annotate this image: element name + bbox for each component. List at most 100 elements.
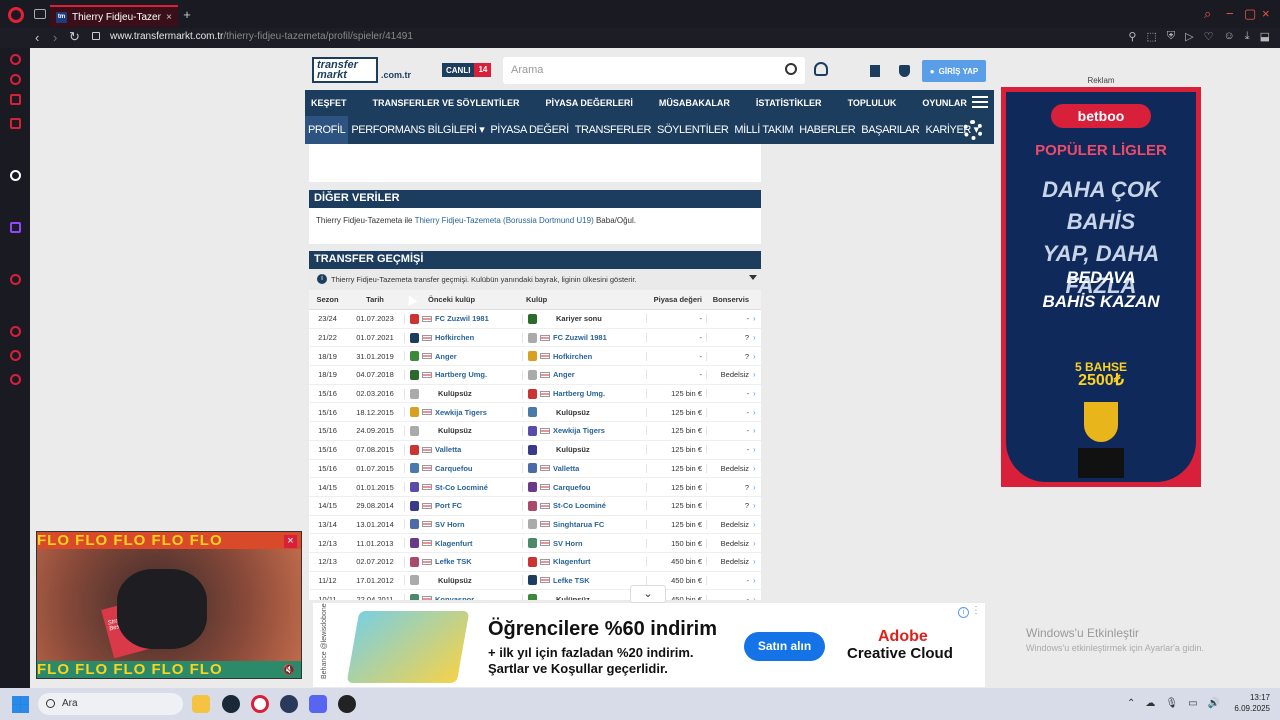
- club-crest-icon[interactable]: [528, 556, 537, 567]
- club-name[interactable]: Hartberg Umg.: [553, 389, 605, 398]
- snapshot-icon[interactable]: ⬚: [1146, 30, 1156, 43]
- url-field[interactable]: www.transfermarkt.com.tr/thierry-fidjeu-…: [110, 31, 413, 42]
- club-crest-icon[interactable]: [528, 519, 537, 530]
- club-crest-icon[interactable]: [528, 332, 537, 343]
- reload-button[interactable]: ↻: [69, 29, 80, 45]
- club-crest-icon[interactable]: [528, 313, 537, 324]
- chevron-right-icon[interactable]: ›: [753, 426, 761, 435]
- sidebar-history-icon[interactable]: [10, 326, 21, 337]
- club-crest-icon[interactable]: [410, 538, 419, 549]
- club-name[interactable]: Klagenfurt: [435, 539, 473, 548]
- extensions-icon[interactable]: ⬓: [1260, 30, 1270, 43]
- chevron-right-icon[interactable]: ›: [753, 520, 761, 529]
- club-crest-icon[interactable]: [528, 425, 537, 436]
- club-crest-icon[interactable]: [410, 519, 419, 530]
- club-crest-icon[interactable]: [410, 351, 419, 362]
- club-crest-icon[interactable]: [528, 594, 537, 600]
- sidebar-messenger-icon[interactable]: [10, 94, 21, 105]
- club-crest-icon[interactable]: [410, 425, 419, 436]
- club-name[interactable]: Valletta: [435, 445, 461, 454]
- forward-button[interactable]: ›: [53, 30, 57, 45]
- sidebar-flow-icon[interactable]: [10, 74, 21, 85]
- opera-logo-icon[interactable]: [8, 7, 24, 23]
- download-icon[interactable]: ⤓: [1245, 30, 1250, 43]
- heart-icon[interactable]: ♡: [1204, 30, 1214, 43]
- club-name[interactable]: FC Zuzwil 1981: [435, 314, 489, 323]
- club-name[interactable]: St-Co Locminé: [435, 483, 488, 492]
- chevron-right-icon[interactable]: ›: [753, 539, 761, 548]
- file-explorer-icon[interactable]: [192, 695, 210, 713]
- scroll-down-button[interactable]: ⌄: [630, 585, 666, 603]
- transfermarkt-logo[interactable]: transfer markt: [312, 57, 378, 83]
- close-video-button[interactable]: ×: [284, 535, 297, 548]
- club-crest-icon[interactable]: [410, 575, 419, 586]
- club-name[interactable]: Singhtarua FC: [553, 520, 604, 529]
- chevron-right-icon[interactable]: ›: [753, 576, 761, 585]
- club-name[interactable]: FC Zuzwil 1981: [553, 333, 607, 342]
- chevron-right-icon[interactable]: ›: [753, 370, 761, 379]
- search-input[interactable]: Arama: [503, 57, 805, 84]
- club-name[interactable]: Port FC: [435, 501, 462, 510]
- club-crest-icon[interactable]: [410, 444, 419, 455]
- club-crest-icon[interactable]: [528, 500, 537, 511]
- chevron-right-icon[interactable]: ›: [753, 483, 761, 492]
- app-icon[interactable]: [280, 695, 298, 713]
- sub-nav-item[interactable]: HABERLER: [796, 116, 858, 144]
- gear-icon[interactable]: [963, 120, 983, 140]
- club-crest-icon[interactable]: [410, 556, 419, 567]
- club-name[interactable]: St-Co Locminé: [553, 501, 606, 510]
- betboo-ad[interactable]: betboo POPÜLER LİGLER DAHA ÇOK BAHİS YAP,…: [1001, 87, 1201, 487]
- club-name[interactable]: Klagenfurt: [553, 557, 591, 566]
- play-icon[interactable]: ▷: [1185, 30, 1193, 43]
- chevron-right-icon[interactable]: ›: [753, 408, 761, 417]
- chevron-up-icon[interactable]: ⌃: [1127, 698, 1135, 709]
- new-tab-button[interactable]: +: [180, 8, 194, 22]
- sub-nav-item[interactable]: BAŞARILAR: [858, 116, 922, 144]
- sidebar-extensions-icon[interactable]: [10, 350, 21, 361]
- club-name[interactable]: Hofkirchen: [435, 333, 474, 342]
- shield-icon[interactable]: [899, 65, 910, 77]
- main-nav-item[interactable]: TOPLULUK: [848, 98, 897, 108]
- club-crest-icon[interactable]: [410, 388, 419, 399]
- club-crest-icon[interactable]: [410, 463, 419, 474]
- club-crest-icon[interactable]: [528, 463, 537, 474]
- discord-icon[interactable]: [309, 695, 327, 713]
- chevron-right-icon[interactable]: ›: [753, 352, 761, 361]
- chevron-right-icon[interactable]: ›: [753, 501, 761, 510]
- club-name[interactable]: Anger: [435, 352, 457, 361]
- sub-nav-item[interactable]: MİLLİ TAKIM: [731, 116, 796, 144]
- chevron-right-icon[interactable]: ›: [753, 464, 761, 473]
- sub-nav-item[interactable]: TRANSFERLER: [572, 116, 654, 144]
- chevron-right-icon[interactable]: ›: [753, 389, 761, 398]
- ad-menu-icon[interactable]: ⋮: [971, 605, 981, 616]
- vpn-icon[interactable]: ⛨: [1167, 30, 1175, 43]
- relative-link[interactable]: Thierry Fidjeu-Tazemeta (Borussia Dortmu…: [415, 216, 594, 225]
- chevron-right-icon[interactable]: ›: [753, 333, 761, 342]
- sub-nav-item[interactable]: PİYASA DEĞERİ: [487, 116, 571, 144]
- chevron-right-icon[interactable]: ›: [753, 557, 761, 566]
- volume-icon[interactable]: 🔊: [1208, 698, 1220, 709]
- back-button[interactable]: ‹: [35, 30, 39, 45]
- main-nav-item[interactable]: İSTATİSTİKLER: [756, 98, 822, 108]
- pin-icon[interactable]: ⚲: [1128, 30, 1136, 43]
- club-name[interactable]: Valletta: [553, 464, 579, 473]
- club-crest-icon[interactable]: [410, 482, 419, 493]
- club-name[interactable]: SV Horn: [435, 520, 465, 529]
- chevron-right-icon[interactable]: ›: [753, 595, 761, 600]
- sub-nav-item[interactable]: PROFİL: [305, 116, 349, 144]
- network-icon[interactable]: ▭: [1188, 698, 1197, 709]
- club-name[interactable]: Anger: [553, 370, 575, 379]
- live-badge[interactable]: CANLI 14: [442, 63, 492, 77]
- club-name[interactable]: Konyaspor: [435, 595, 474, 600]
- main-nav-item[interactable]: OYUNLAR: [922, 98, 967, 108]
- ad-buy-button[interactable]: Satın alın: [744, 632, 825, 661]
- sub-nav-item[interactable]: SÖYLENTİLER: [654, 116, 731, 144]
- club-crest-icon[interactable]: [528, 538, 537, 549]
- user-search-icon[interactable]: [814, 62, 828, 76]
- search-icon[interactable]: [785, 63, 797, 75]
- steam-icon[interactable]: [222, 695, 240, 713]
- club-crest-icon[interactable]: [410, 500, 419, 511]
- cloud-icon[interactable]: ☁: [1145, 698, 1155, 709]
- bookmark-icon[interactable]: [870, 65, 880, 77]
- close-window-button[interactable]: ×: [1262, 6, 1270, 21]
